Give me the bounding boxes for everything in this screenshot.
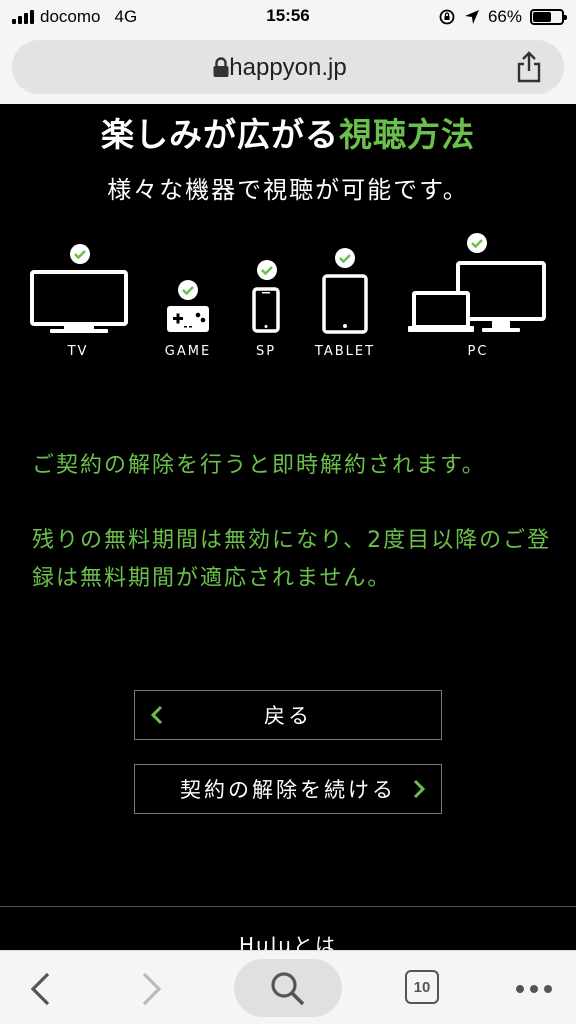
tablet-check-icon: [335, 248, 355, 268]
tablet-label: TABLET: [314, 344, 376, 359]
pc-label: PC: [467, 344, 489, 359]
tv-icon: [30, 270, 128, 333]
game-check-icon: [178, 280, 198, 300]
tv-check-icon: [70, 244, 90, 264]
tablet-icon: [322, 274, 368, 334]
heading-accent: 視聴方法: [339, 115, 475, 154]
continue-cancel-button[interactable]: 契約の解除を続ける: [134, 764, 442, 814]
notice-immediate-cancel: ご契約の解除を行うと即時解約されます。: [32, 453, 486, 478]
page-subheading: 様々な機器で視聴が可能です。: [107, 176, 469, 204]
url-text: happyon.jp: [229, 54, 347, 81]
chevron-right-icon: [413, 779, 426, 799]
search-icon: [271, 972, 305, 1006]
battery-icon: [530, 9, 567, 25]
address-bar[interactable]: happyon.jp: [12, 40, 564, 94]
notice-free-trial: 残りの無料期間は無効になり、2度目以降のご登録は無料期間が適応されません。: [32, 528, 552, 591]
back-button-label: 戻る: [264, 704, 312, 728]
tv-label: TV: [67, 344, 89, 359]
status-bar: docomo 4G 15:56 66%: [0, 0, 576, 34]
search-button[interactable]: [234, 959, 342, 1017]
sp-check-icon: [257, 260, 277, 280]
game-controller-icon: [167, 306, 209, 332]
chevron-left-icon: [150, 705, 163, 725]
continue-cancel-button-label: 契約の解除を続ける: [180, 778, 396, 802]
page-heading: 楽しみが広がる視聴方法: [0, 108, 576, 156]
smartphone-icon: [252, 287, 280, 333]
more-icon[interactable]: [516, 985, 552, 993]
tabs-button[interactable]: 10: [405, 970, 439, 1004]
heading-main: 楽しみが広がる: [101, 115, 339, 154]
back-arrow-icon[interactable]: [28, 971, 52, 1007]
back-button[interactable]: 戻る: [134, 690, 442, 740]
forward-arrow-icon[interactable]: [140, 971, 164, 1007]
browser-toolbar: 10: [0, 950, 576, 1024]
battery-fill: [533, 12, 552, 22]
location-icon: [464, 10, 479, 24]
status-right: 66%: [438, 6, 567, 28]
tab-count: 10: [413, 978, 431, 996]
pc-icon: [408, 261, 546, 332]
battery-percent: 66%: [487, 7, 522, 26]
share-icon[interactable]: [514, 50, 544, 84]
screen: docomo 4G 15:56 66% happyon.jp 楽しみが広がる視聴…: [0, 0, 576, 1024]
orientation-lock-icon: [439, 9, 455, 25]
pc-check-icon: [467, 233, 487, 253]
address-bar-area: happyon.jp: [0, 34, 576, 104]
